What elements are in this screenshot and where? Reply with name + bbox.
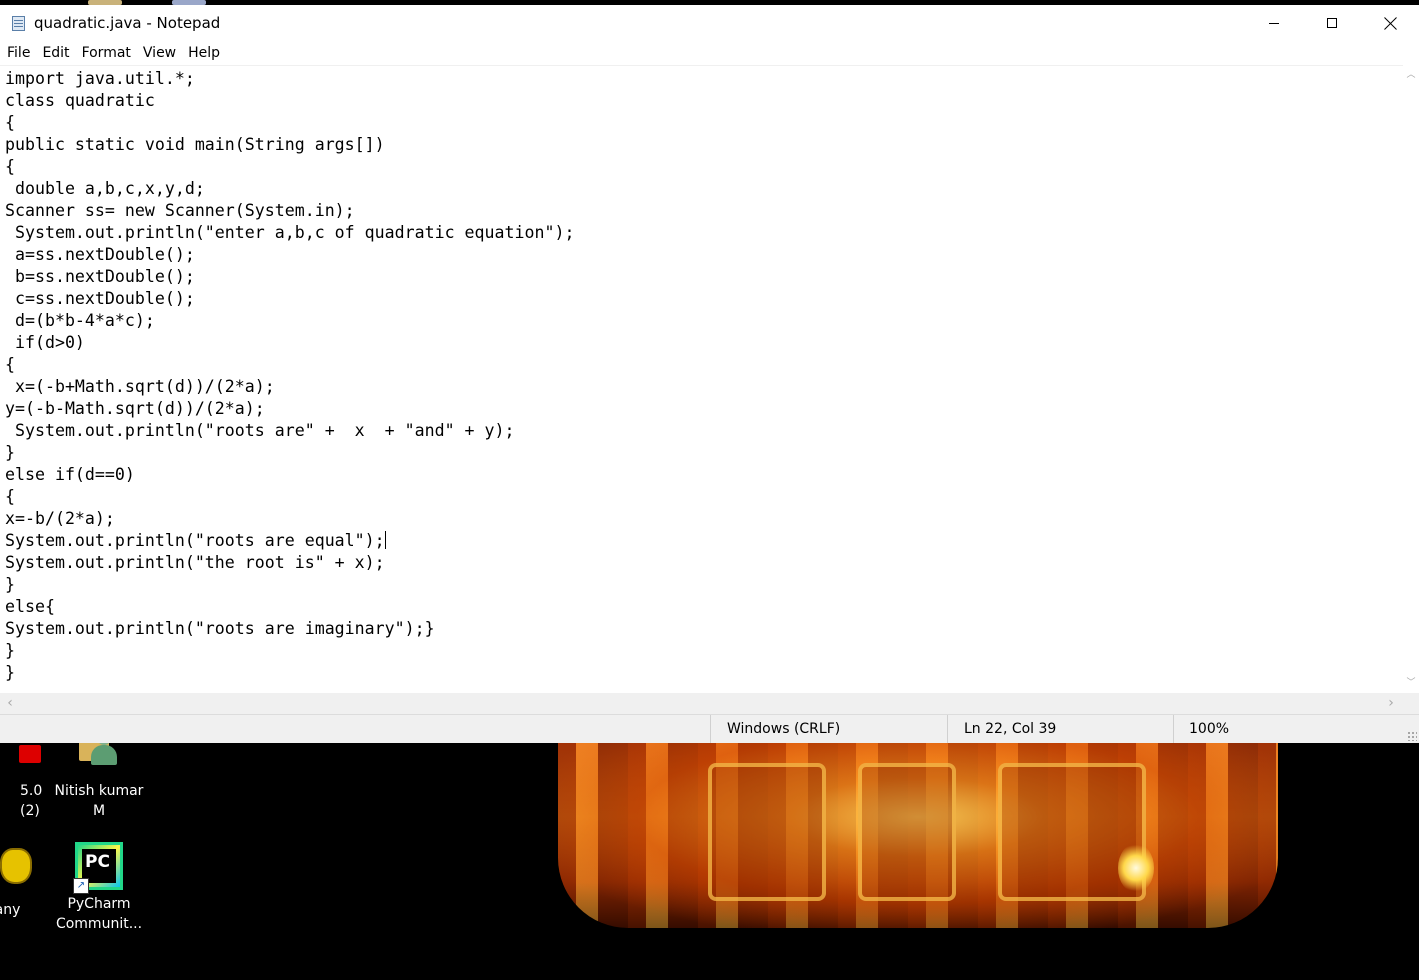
code-line[interactable]: { <box>5 112 1403 134</box>
scrollbar-corner <box>1403 693 1419 714</box>
code-line[interactable]: x=(-b+Math.sqrt(d))/(2*a); <box>5 376 1403 398</box>
code-line[interactable]: c=ss.nextDouble(); <box>5 288 1403 310</box>
close-icon <box>1384 17 1397 30</box>
minimize-button[interactable] <box>1245 5 1303 41</box>
close-button[interactable] <box>1361 5 1419 41</box>
code-line[interactable]: y=(-b-Math.sqrt(d))/(2*a); <box>5 398 1403 420</box>
status-cursor-position: Ln 22, Col 39 <box>947 715 1173 743</box>
desktop-icon-label: PyCharm Communit... <box>55 896 143 932</box>
status-bar: Windows (CRLF) Ln 22, Col 39 100% <box>0 714 1419 743</box>
menu-view[interactable]: View <box>137 41 182 65</box>
wallpaper-lamp <box>1118 843 1154 893</box>
code-line[interactable]: else{ <box>5 596 1403 618</box>
title-bar[interactable]: quadratic.java - Notepad <box>0 5 1419 41</box>
scroll-up-icon[interactable]: ︿ <box>1403 67 1419 83</box>
code-line[interactable]: System.out.println("roots are equal"); <box>5 530 1403 552</box>
menu-bar: File Edit Format View Help <box>0 41 1419 65</box>
code-line[interactable]: double a,b,c,x,y,d; <box>5 178 1403 200</box>
desktop-icon-label: Nitish kumar M <box>54 783 144 819</box>
code-line[interactable]: { <box>5 156 1403 178</box>
geany-teapot-icon <box>0 848 32 884</box>
scroll-down-icon[interactable]: ﹀ <box>1403 675 1419 691</box>
code-line[interactable]: } <box>5 640 1403 662</box>
desktop-icon-pycharm[interactable]: PC ↗ PyCharm Communit... <box>53 842 145 934</box>
wallpaper-detail <box>858 763 956 901</box>
user-folder-icon <box>79 743 119 769</box>
text-caret <box>384 531 386 549</box>
code-line[interactable]: class quadratic <box>5 90 1403 112</box>
code-line[interactable]: System.out.println("enter a,b,c of quadr… <box>5 222 1403 244</box>
maximize-button[interactable] <box>1303 5 1361 41</box>
code-line[interactable]: if(d>0) <box>5 332 1403 354</box>
menu-help[interactable]: Help <box>182 41 226 65</box>
desktop-icon-user-folder[interactable]: Nitish kumar M <box>53 743 145 821</box>
code-line[interactable]: d=(b*b-4*a*c); <box>5 310 1403 332</box>
code-line[interactable]: b=ss.nextDouble(); <box>5 266 1403 288</box>
pycharm-icon: PC ↗ <box>73 842 123 894</box>
desktop-icon-geany[interactable]: eany <box>0 848 46 920</box>
code-line[interactable]: a=ss.nextDouble(); <box>5 244 1403 266</box>
code-line[interactable]: x=-b/(2*a); <box>5 508 1403 530</box>
code-line[interactable]: } <box>5 662 1403 684</box>
code-line[interactable]: public static void main(String args[]) <box>5 134 1403 156</box>
window-title: quadratic.java - Notepad <box>34 14 221 32</box>
text-editor[interactable]: import java.util.*; class quadratic{publi… <box>0 65 1403 694</box>
code-line[interactable]: System.out.println("roots are" + x + "an… <box>5 420 1403 442</box>
code-line[interactable]: { <box>5 354 1403 376</box>
shortcut-arrow-icon: ↗ <box>73 878 89 894</box>
menu-edit[interactable]: Edit <box>36 41 75 65</box>
desktop-icon-label: eany <box>0 902 21 918</box>
code-line[interactable]: import java.util.*; <box>5 68 1403 90</box>
status-line-ending: Windows (CRLF) <box>710 715 948 743</box>
notepad-icon[interactable] <box>10 14 26 32</box>
menu-file[interactable]: File <box>0 41 36 65</box>
code-line[interactable]: } <box>5 574 1403 596</box>
code-line[interactable]: Scanner ss= new Scanner(System.in); <box>5 200 1403 222</box>
resize-grip-icon[interactable] <box>1407 731 1417 741</box>
menu-format[interactable]: Format <box>76 41 137 65</box>
status-zoom: 100% <box>1173 715 1419 743</box>
code-text[interactable]: import java.util.*; class quadratic{publi… <box>0 66 1403 684</box>
wallpaper-image <box>558 743 1278 928</box>
notepad-window: quadratic.java - Notepad File Edit Forma… <box>0 5 1419 743</box>
vertical-scrollbar[interactable]: ︿ ﹀ <box>1403 65 1419 693</box>
code-line[interactable]: } <box>5 442 1403 464</box>
scroll-left-icon[interactable]: ‹ <box>2 693 18 714</box>
code-line[interactable]: else if(d==0) <box>5 464 1403 486</box>
code-line[interactable]: System.out.println("roots are imaginary"… <box>5 618 1403 640</box>
code-line[interactable]: { <box>5 486 1403 508</box>
minimize-icon <box>1269 22 1279 24</box>
maximize-icon <box>1327 18 1337 28</box>
wallpaper-detail <box>708 763 826 901</box>
horizontal-scrollbar[interactable]: ‹ › <box>0 693 1403 714</box>
code-line[interactable]: System.out.println("the root is" + x); <box>5 552 1403 574</box>
scroll-right-icon[interactable]: › <box>1383 693 1399 714</box>
app-icon-red <box>19 745 41 763</box>
